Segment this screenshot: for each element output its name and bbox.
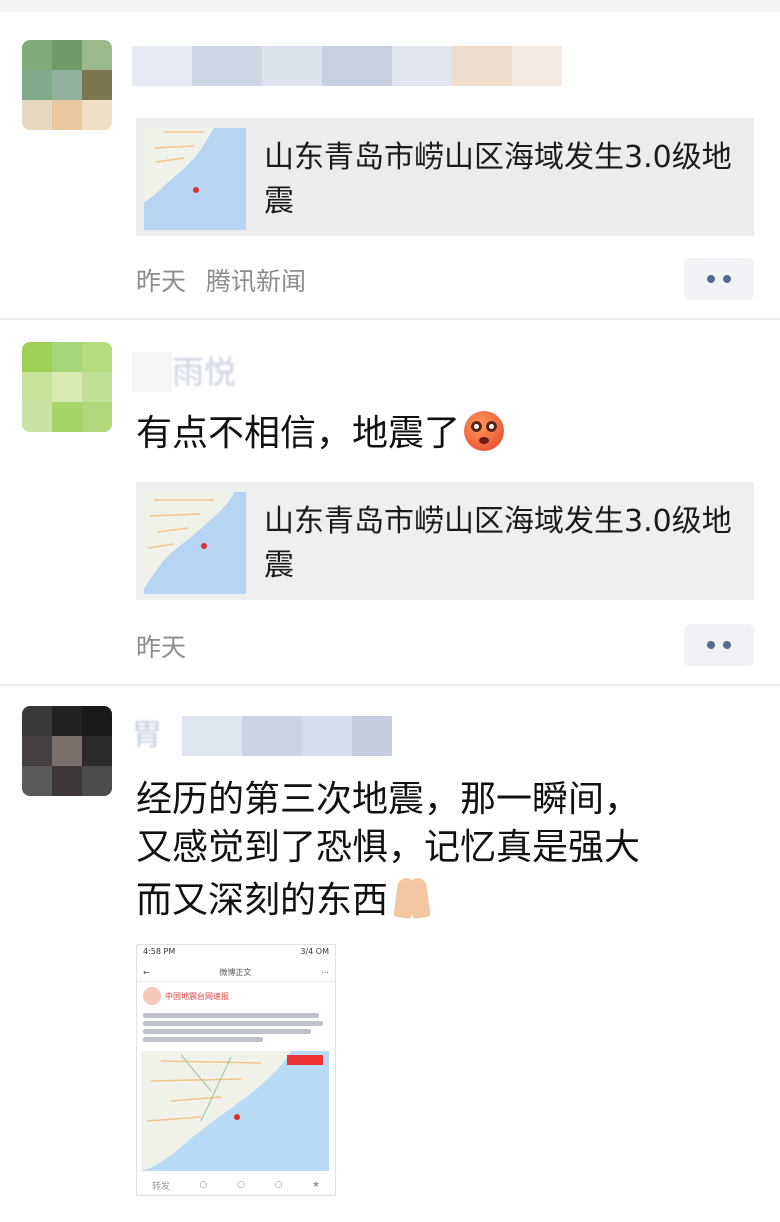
avatar[interactable] — [22, 342, 112, 432]
username-blurred[interactable]: 胃 — [132, 716, 392, 756]
comment-icon: ○ — [199, 1180, 208, 1190]
news-link-title: 山东青岛市崂山区海域发生3.0级地震 — [264, 140, 732, 219]
screenshot-account: 中国地震台网速报 — [137, 982, 335, 1010]
username-partial: 胃 — [132, 718, 162, 753]
screenshot-image[interactable]: 4:58 PM 3/4 OM ← 微博正文 ⋯ 中国地震台网速报 转发 ○ ○ … — [136, 944, 336, 1196]
screenshot-nav: ← 微博正文 ⋯ — [137, 963, 335, 982]
news-link-card[interactable]: 山东青岛市崂山区海域发生3.0级地震 — [136, 482, 754, 600]
screenshot-map — [141, 1051, 329, 1171]
star-icon: ★ — [312, 1180, 321, 1190]
screenshot-action-bar: 转发 ○ ○ ○ ★ — [151, 1180, 321, 1192]
news-link-title: 山东青岛市崂山区海域发生3.0级地震 — [264, 504, 732, 583]
news-link-card[interactable]: 山东青岛市崂山区海域发生3.0级地震 — [136, 118, 754, 236]
screenshot-status-bar: 4:58 PM 3/4 OM — [143, 947, 329, 956]
folded-hands-emoji-icon — [388, 872, 436, 920]
post-meta: 昨天 腾讯新闻 — [136, 262, 306, 298]
divider — [0, 318, 780, 320]
avatar[interactable] — [22, 40, 112, 130]
post-meta: 昨天 — [136, 628, 186, 664]
avatar[interactable] — [22, 706, 112, 796]
like-icon: ○ — [237, 1180, 245, 1190]
share-icon: ○ — [274, 1180, 283, 1190]
post-time: 昨天 — [136, 267, 187, 296]
username-partial: 雨悦 — [172, 353, 237, 391]
screenshot-text-blurred — [137, 1013, 335, 1042]
username-blurred[interactable]: 雨悦 — [132, 352, 236, 392]
account-avatar — [143, 987, 161, 1005]
post-source[interactable]: 腾讯新闻 — [206, 267, 306, 296]
post-text: 经历的第三次地震，那一瞬间， 又感觉到了恐惧，记忆真是强大 而又深刻的东西 — [136, 779, 641, 921]
more-dots-icon[interactable] — [684, 624, 754, 666]
map-thumbnail — [144, 492, 246, 594]
flushed-face-emoji-icon — [464, 411, 505, 451]
divider — [0, 684, 780, 686]
map-thumbnail — [144, 128, 246, 230]
back-arrow-icon: ← — [143, 967, 150, 977]
more-dots-icon[interactable] — [684, 258, 754, 300]
top-separator — [0, 0, 780, 12]
more-icon: ⋯ — [320, 967, 329, 977]
post-text: 有点不相信，地震了 — [136, 410, 505, 458]
post-time: 昨天 — [136, 633, 187, 662]
username-blurred[interactable] — [132, 46, 562, 86]
